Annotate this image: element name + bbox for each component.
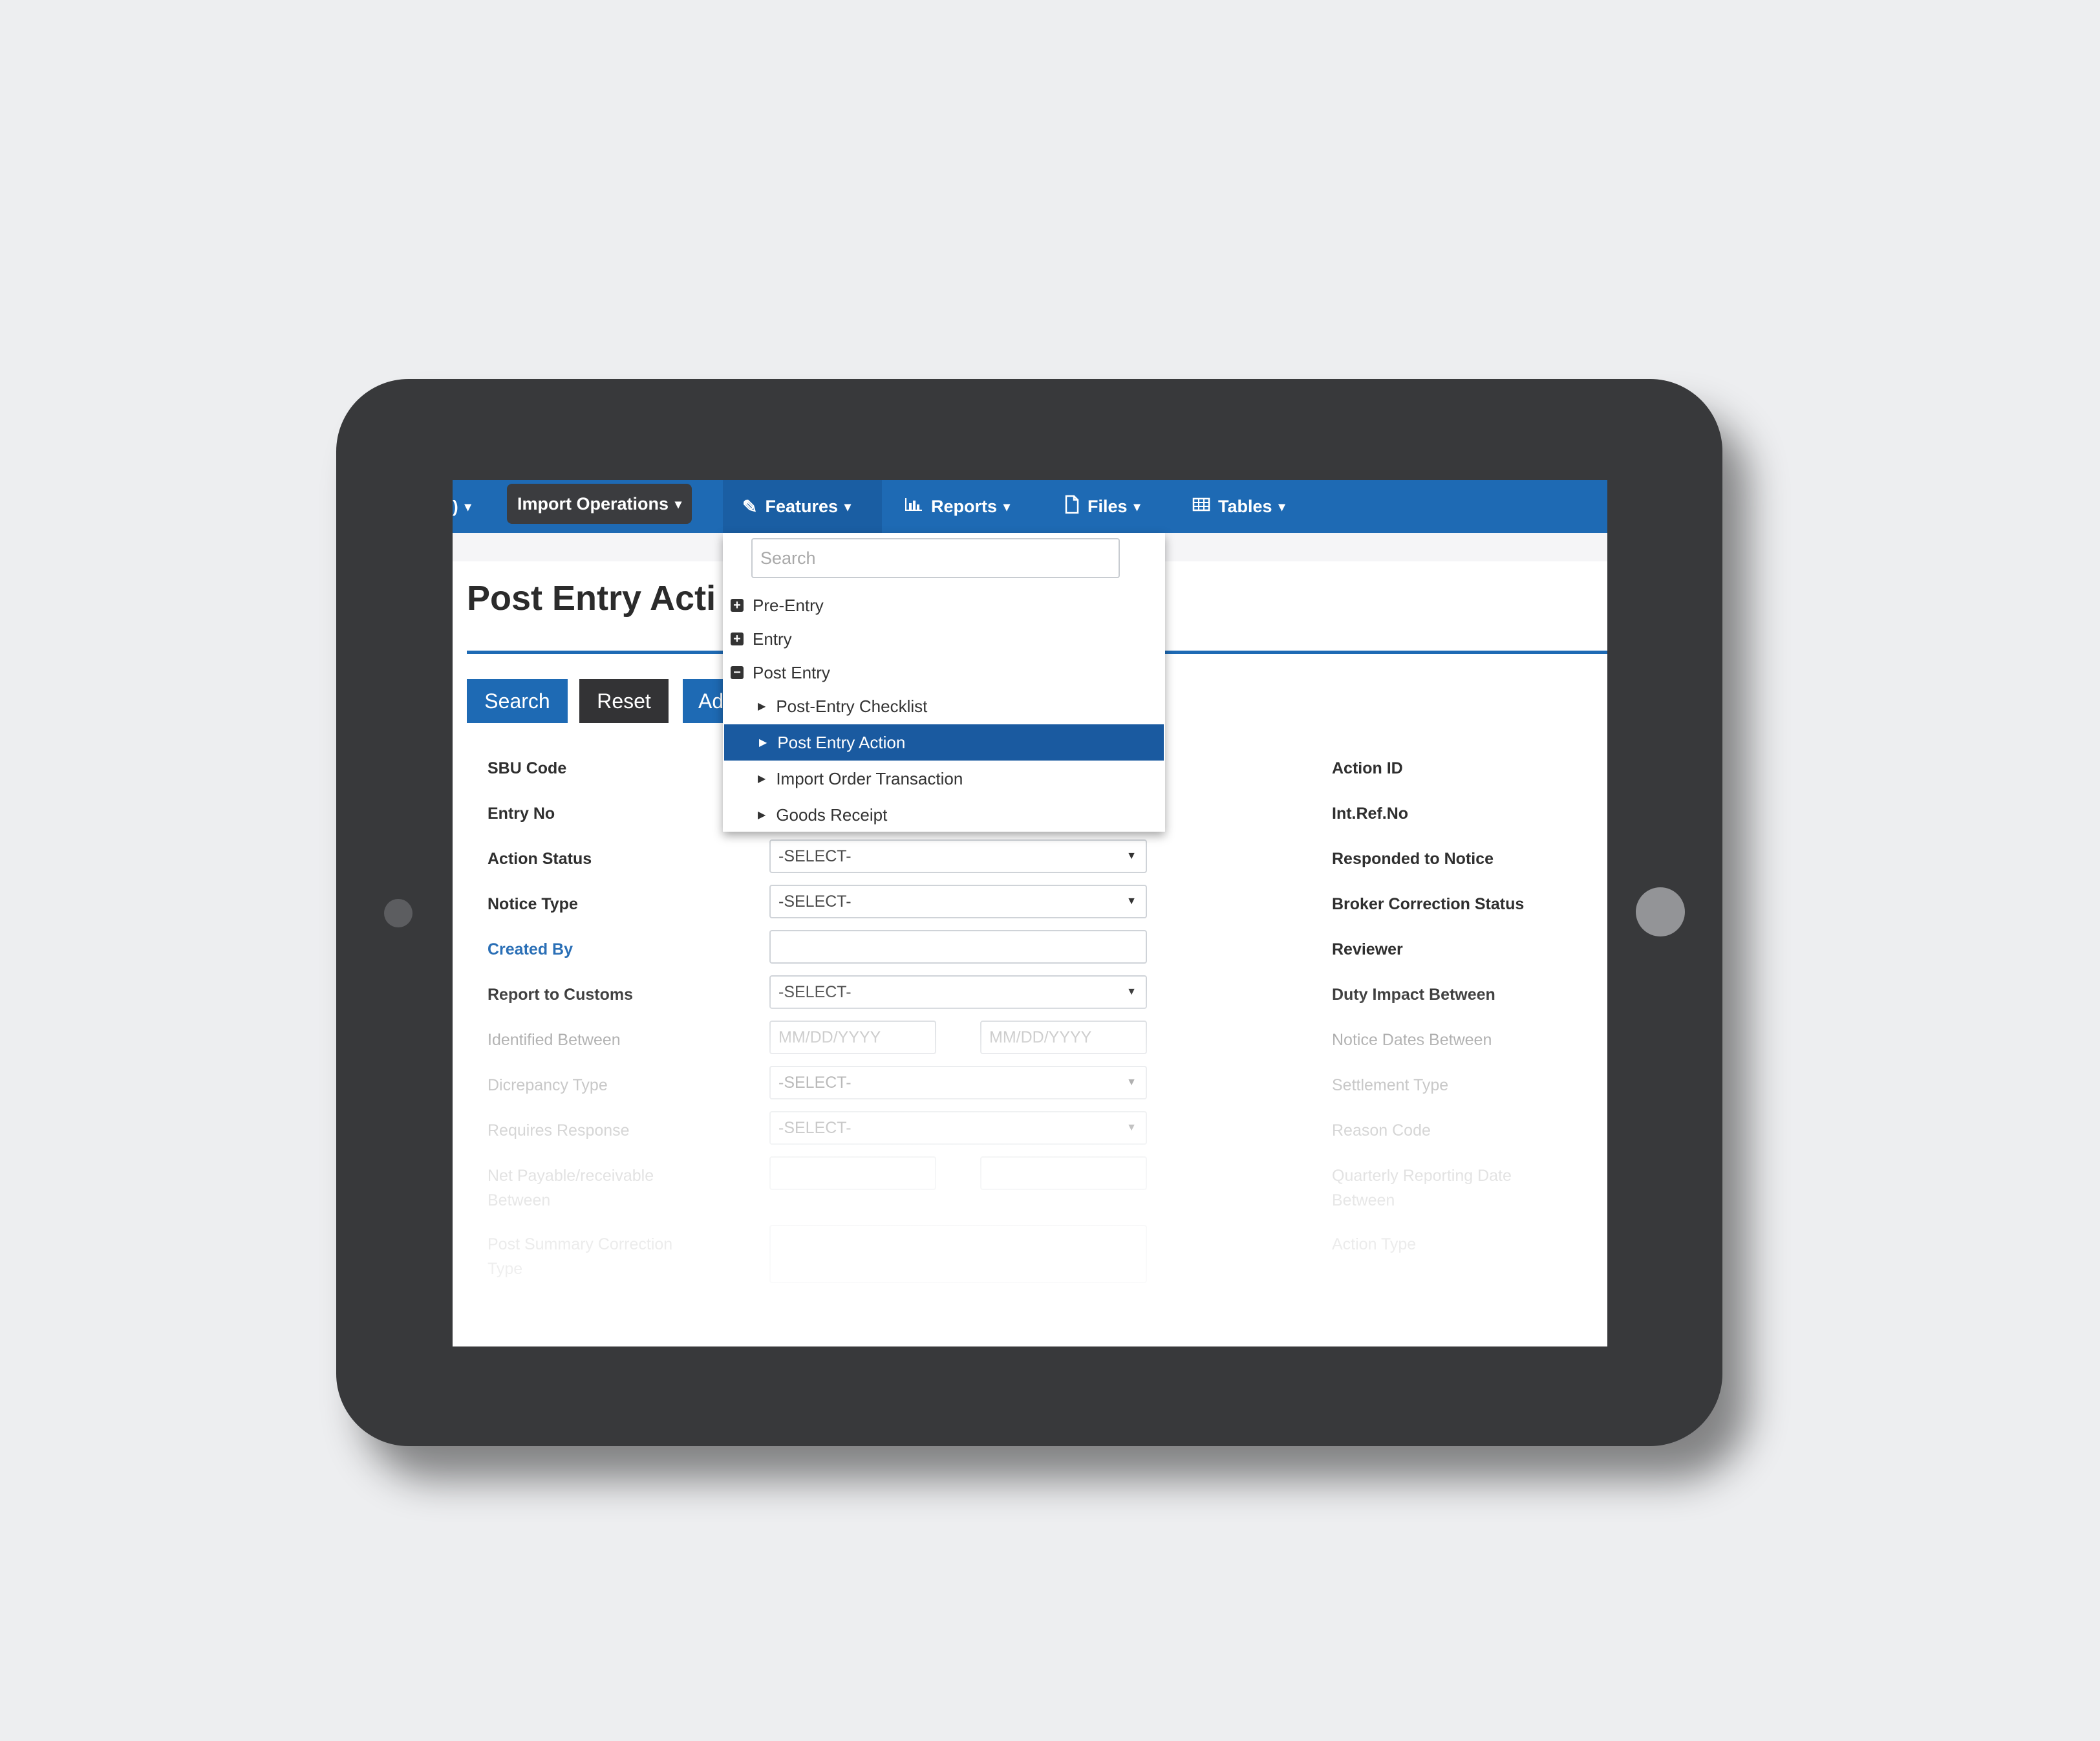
identified-from-date-input[interactable]: MM/DD/YYYY: [769, 1021, 936, 1054]
nav-label: Features: [765, 496, 839, 516]
expand-icon: +: [731, 599, 744, 612]
chevron-down-icon: ▾: [1133, 499, 1141, 514]
camera-dot: [384, 899, 412, 927]
search-button[interactable]: Search: [467, 679, 568, 723]
nav-partial-item[interactable]: ) ▾: [453, 480, 471, 533]
nav-label: Reports: [931, 496, 998, 516]
menu-item-post-entry-checklist[interactable]: ▶ Post-Entry Checklist: [723, 688, 1165, 724]
label-reason-code: Reason Code: [1332, 1121, 1431, 1140]
table-icon: [1192, 496, 1210, 517]
select-value: -SELECT-: [778, 892, 852, 911]
nav-reports[interactable]: Reports ▾: [904, 480, 1010, 533]
net-payable-from-input[interactable]: [769, 1156, 936, 1190]
select-value: -SELECT-: [778, 1118, 852, 1137]
caret-down-icon: ▼: [1126, 850, 1137, 861]
app-screen: ) ▾ Import Operations ▾ ✎ Features ▾ Repo…: [453, 480, 1607, 1346]
label-int-ref-no: Int.Ref.No: [1332, 805, 1409, 823]
caret-right-icon: ▶: [758, 773, 766, 784]
caret-right-icon: ▶: [758, 701, 766, 712]
expand-icon: +: [731, 633, 744, 645]
menu-item-label: Post Entry Action: [777, 732, 906, 752]
label-action-type: Action Type: [1332, 1235, 1417, 1253]
nav-files[interactable]: Files ▾: [1064, 480, 1141, 533]
pencil-icon: ✎: [742, 496, 758, 517]
menu-item-post-entry-action[interactable]: ▶ Post Entry Action: [724, 724, 1164, 761]
select-value: -SELECT-: [778, 982, 852, 1001]
created-by-link[interactable]: Created By: [488, 940, 573, 959]
label-reviewer: Reviewer: [1332, 940, 1403, 958]
caret-down-icon: ▼: [1126, 1122, 1137, 1133]
created-by-input[interactable]: [769, 930, 1147, 964]
menu-group-post-entry[interactable]: − Post Entry: [731, 660, 830, 686]
label-notice-dates-between: Notice Dates Between: [1332, 1031, 1492, 1049]
chevron-down-icon: ▾: [675, 497, 682, 512]
menu-group-label: Pre-Entry: [753, 595, 824, 615]
home-button[interactable]: [1636, 887, 1685, 936]
label-quarterly-between: Between: [1332, 1191, 1395, 1209]
label-net-payable: Net Payable/receivable: [488, 1167, 654, 1185]
select-value: -SELECT-: [778, 1073, 852, 1092]
menu-item-label: Post-Entry Checklist: [776, 696, 928, 716]
post-summary-correction-input[interactable]: [769, 1225, 1147, 1283]
identified-to-date-input[interactable]: MM/DD/YYYY: [980, 1021, 1147, 1054]
menu-item-goods-receipt[interactable]: ▶ Goods Receipt: [723, 797, 1165, 833]
menu-group-entry[interactable]: + Entry: [731, 626, 792, 652]
action-status-select[interactable]: -SELECT- ▼: [769, 839, 1147, 873]
menu-item-label: Import Order Transaction: [776, 768, 963, 788]
label-action-id: Action ID: [1332, 759, 1403, 777]
top-navbar: ) ▾ Import Operations ▾ ✎ Features ▾ Repo…: [453, 480, 1607, 533]
page-title: Post Entry Acti: [467, 579, 716, 618]
collapse-icon: −: [731, 666, 744, 679]
label-broker-correction-status: Broker Correction Status: [1332, 895, 1525, 913]
label-sbu-code: SBU Code: [488, 759, 567, 777]
date-placeholder: MM/DD/YYYY: [989, 1028, 1092, 1046]
bar-chart-icon: [904, 496, 923, 517]
nav-features[interactable]: ✎ Features ▾: [723, 480, 882, 533]
chevron-down-icon: ▾: [1003, 499, 1011, 514]
caret-down-icon: ▼: [1126, 1077, 1137, 1088]
label-post-summary-correction: Post Summary Correction: [488, 1235, 673, 1253]
label-action-status: Action Status: [488, 850, 592, 868]
label-net-payable-between: Between: [488, 1191, 551, 1209]
label-notice-type: Notice Type: [488, 895, 578, 913]
menu-group-label: Post Entry: [753, 662, 830, 682]
label-identified-between: Identified Between: [488, 1031, 621, 1049]
report-to-customs-select[interactable]: -SELECT- ▼: [769, 975, 1147, 1009]
nav-import-operations[interactable]: Import Operations ▾: [507, 484, 692, 524]
label-report-to-customs: Report to Customs: [488, 986, 633, 1004]
nav-label: Files: [1088, 496, 1128, 516]
caret-right-icon: ▶: [759, 737, 767, 748]
requires-response-select[interactable]: -SELECT- ▼: [769, 1111, 1147, 1145]
label-responded-to-notice: Responded to Notice: [1332, 850, 1494, 868]
menu-search-input[interactable]: [751, 538, 1120, 578]
caret-down-icon: ▼: [1126, 986, 1137, 997]
caret-down-icon: ▼: [1126, 896, 1137, 907]
label-requires-response: Requires Response: [488, 1121, 630, 1140]
dicrepancy-type-select[interactable]: -SELECT- ▼: [769, 1066, 1147, 1099]
nav-label: Tables: [1218, 496, 1272, 516]
caret-right-icon: ▶: [758, 810, 766, 821]
label-post-summary-type: Type: [488, 1260, 523, 1278]
file-icon: [1064, 495, 1080, 519]
label-settlement-type: Settlement Type: [1332, 1076, 1449, 1094]
nav-tables[interactable]: Tables ▾: [1192, 480, 1285, 533]
menu-item-label: Goods Receipt: [776, 805, 888, 825]
notice-type-select[interactable]: -SELECT- ▼: [769, 885, 1147, 918]
label-duty-impact-between: Duty Impact Between: [1332, 986, 1495, 1004]
net-payable-to-input[interactable]: [980, 1156, 1147, 1190]
label-dicrepancy-type: Dicrepancy Type: [488, 1076, 608, 1094]
chevron-down-icon: ▾: [1278, 499, 1285, 514]
features-dropdown: + Pre-Entry + Entry − Post Entry ▶ Post-…: [723, 533, 1165, 832]
menu-group-pre-entry[interactable]: + Pre-Entry: [731, 592, 824, 618]
reset-button[interactable]: Reset: [579, 679, 669, 723]
nav-label: Import Operations: [517, 493, 669, 514]
label-quarterly-reporting-date: Quarterly Reporting Date: [1332, 1167, 1512, 1185]
label-entry-no: Entry No: [488, 805, 555, 823]
date-placeholder: MM/DD/YYYY: [778, 1028, 881, 1046]
chevron-down-icon: ▾: [464, 499, 471, 514]
select-value: -SELECT-: [778, 847, 852, 865]
menu-group-label: Entry: [753, 629, 792, 649]
chevron-down-icon: ▾: [844, 499, 852, 514]
menu-item-import-order-transaction[interactable]: ▶ Import Order Transaction: [723, 761, 1165, 797]
